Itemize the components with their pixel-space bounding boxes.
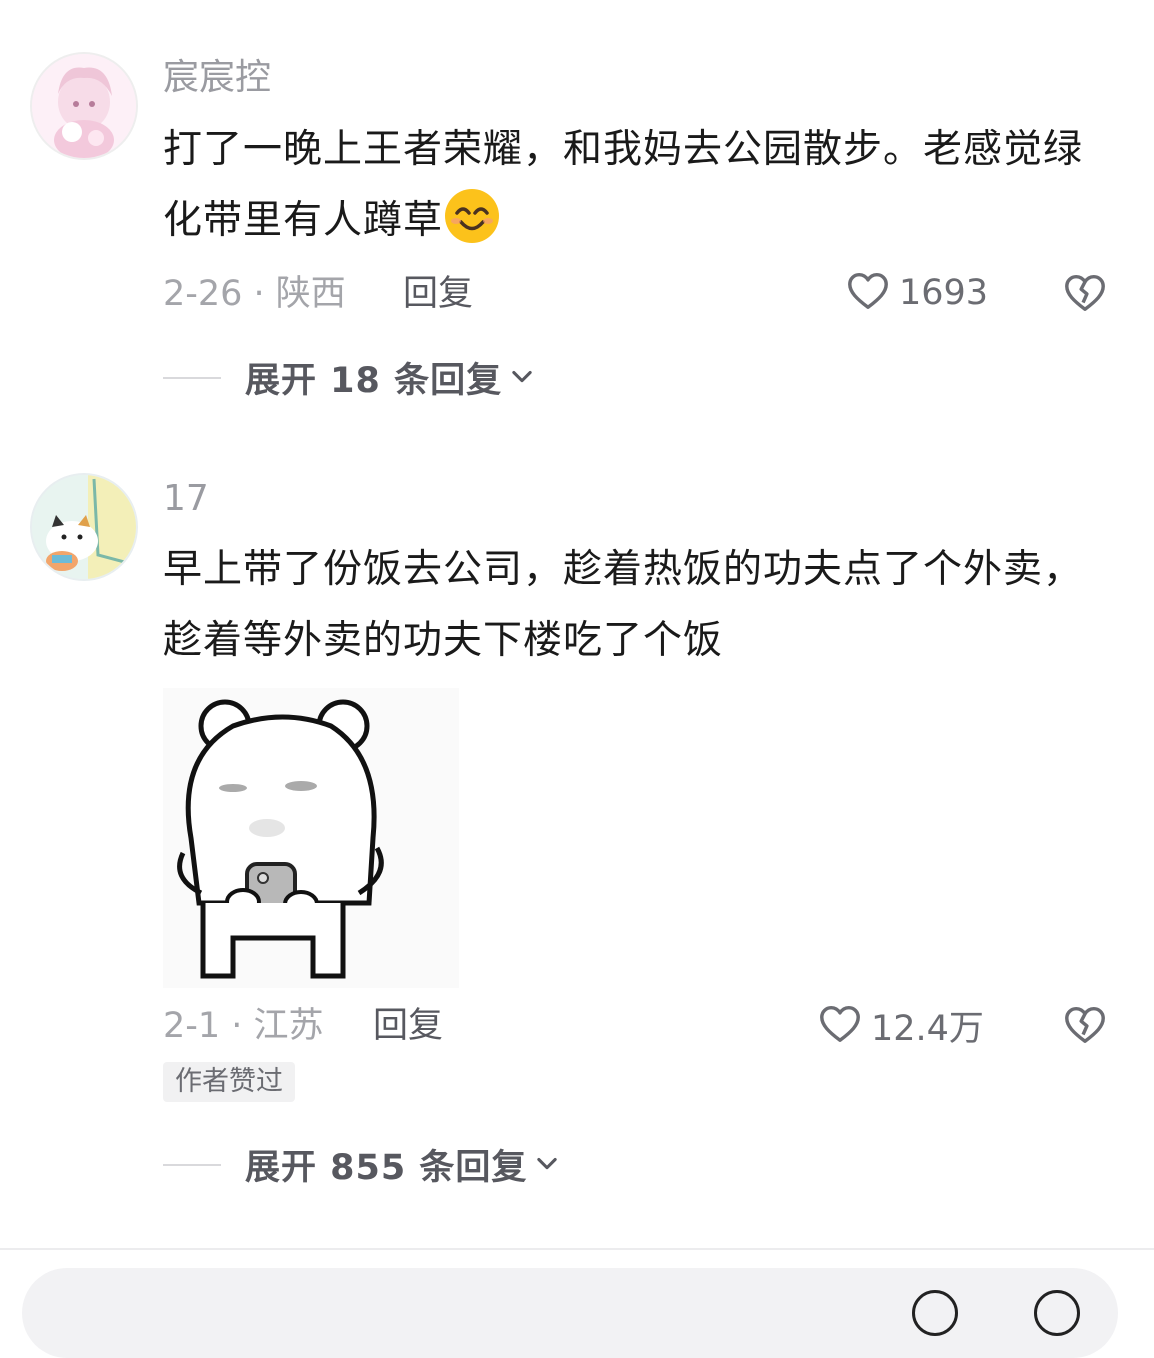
username[interactable]: 宸宸控 [163,56,271,100]
like-count: 1693 [899,273,989,313]
broken-heart-icon [1062,274,1108,320]
reply-button[interactable]: 回复 [373,1004,443,1048]
emoji-picker-icon[interactable] [1034,1290,1080,1336]
bear-holding-phone-sticker[interactable] [163,688,459,988]
comment-text-body: 打了一晚上王者荣耀，和我妈去公园散步。老感觉绿化带里有人蹲草 [163,127,1084,243]
at-mention-icon[interactable] [912,1290,958,1336]
heart-outline-icon [817,1001,863,1051]
comment-text: 早上带了份饭去公司，趁着热饭的功夫点了个外卖，趁着等外卖的功夫下楼吃了个饭 [163,547,1084,663]
expand-replies-label: 展开 855 条回复 [245,1148,528,1188]
expand-divider-line [163,376,221,379]
heart-outline-icon [845,268,891,318]
avatar-anime-girl-image [32,54,136,158]
smiling-face-emoji-icon [443,187,501,245]
comment-text: 打了一晚上王者荣耀，和我妈去公园散步。老感觉绿化带里有人蹲草 [163,114,1108,256]
chevron-down-icon [508,362,536,394]
dislike-button[interactable] [1062,270,1108,320]
username[interactable]: 17 [163,477,209,521]
expand-replies-button[interactable]: 展开 18 条回复 [163,352,536,403]
expand-replies-label: 展开 18 条回复 [245,361,503,401]
avatar[interactable] [30,52,138,160]
expand-divider-line [163,1163,221,1166]
like-button[interactable]: 12.4万 [817,1000,984,1051]
comment-date-location: 2-1 · 江苏 [163,1006,324,1046]
comment-input-divider [0,1248,1154,1250]
avatar-cat-image [32,475,136,579]
like-count: 12.4万 [871,1009,984,1049]
chevron-down-icon [533,1149,561,1181]
comment-date-location: 2-26 · 陕西 [163,274,346,314]
expand-replies-button[interactable]: 展开 855 条回复 [163,1139,561,1190]
author-liked-badge: 作者赞过 [163,1062,295,1102]
avatar[interactable] [30,473,138,581]
dislike-button[interactable] [1062,1002,1108,1052]
reply-button[interactable]: 回复 [403,272,473,316]
like-button[interactable]: 1693 [845,268,988,318]
broken-heart-icon [1062,1006,1108,1052]
